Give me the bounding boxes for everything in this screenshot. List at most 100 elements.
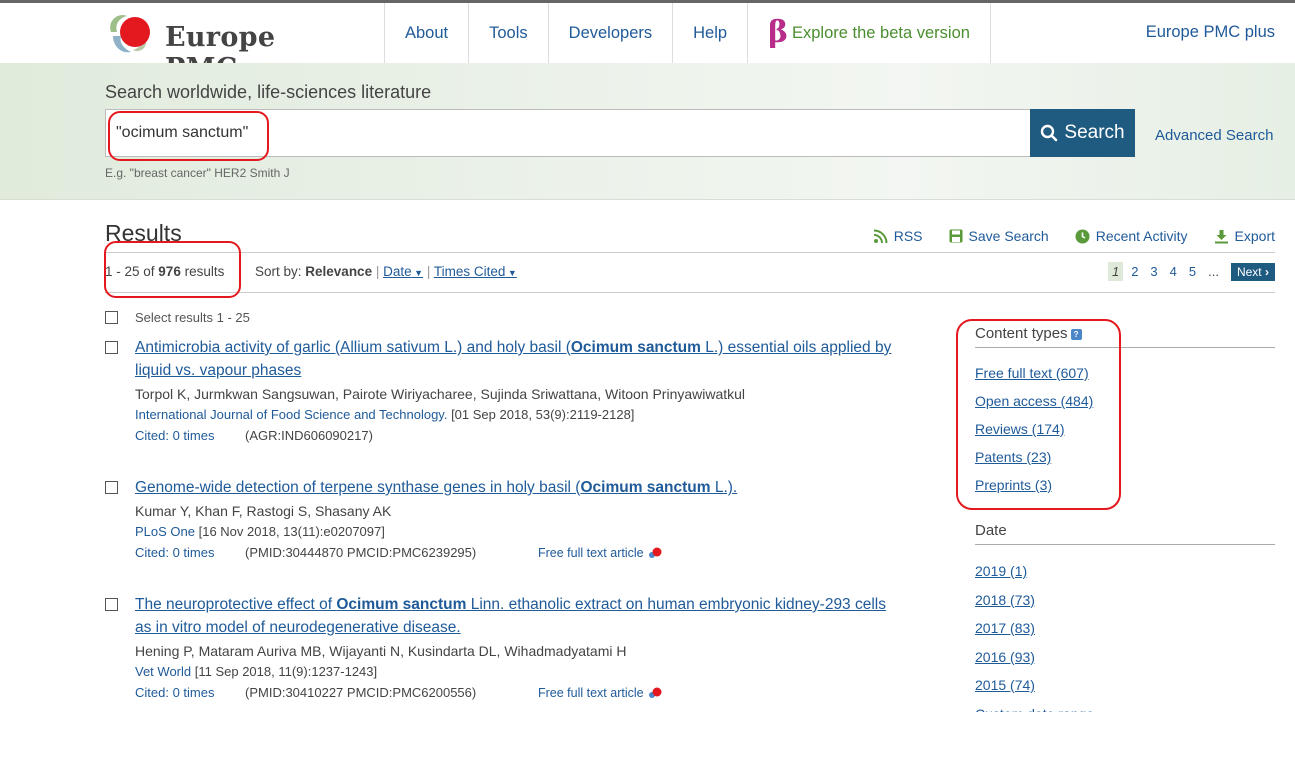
content-types-heading: Content types? [975,325,1275,348]
date-heading: Date [975,522,1275,545]
page-2[interactable]: 2 [1127,262,1142,281]
title-highlight: Ocimum sanctum [580,479,711,496]
nav-developers[interactable]: Developers [547,3,672,63]
filter-free-full-text[interactable]: Free full text (607) [975,365,1275,393]
page-1: 1 [1107,262,1124,281]
select-all-label: Select results 1 - 25 [135,310,250,325]
filter-open-access[interactable]: Open access (484) [975,393,1275,421]
page-ellipsis: ... [1208,264,1219,279]
results-total: 976 [158,264,181,279]
search-heading: Search worldwide, life-sciences literatu… [105,82,432,102]
result-authors: Hening P, Mataram Auriva MB, Wijayanti N… [135,643,627,659]
site-header: Europe PMC About Tools Developers Help β… [0,3,1295,84]
nav-beta[interactable]: β Explore the beta version [747,3,991,63]
export-link[interactable]: Export [1214,228,1275,244]
title-text: Antimicrobia activity of garlic (Allium … [135,339,571,356]
result-ids: (AGR:IND606090217) [245,428,373,443]
filter-year[interactable]: 2016 (93) [975,649,1275,678]
europe-pmc-plus-link[interactable]: Europe PMC plus [1146,23,1275,42]
date-list: 2019 (1) 2018 (73) 2017 (83) 2016 (93) 2… [975,563,1275,706]
free-full-text-link[interactable]: Free full text article [538,685,662,701]
title-text: L.). [710,479,738,496]
result-journal: PLoS One [16 Nov 2018, 13(11):e0207097] [135,524,905,539]
nav-help[interactable]: Help [672,3,747,63]
result-title-link[interactable]: Antimicrobia activity of garlic (Allium … [135,339,891,379]
result-checkbox[interactable] [105,481,118,494]
content-types-filter: Content types? Free full text (607) Open… [975,325,1275,505]
result-journal: Vet World [11 Sep 2018, 11(9):1237-1243] [135,664,905,679]
caret-down-icon: ▼ [411,268,424,278]
epmc-mini-logo-icon [648,687,662,698]
download-icon [1214,229,1228,243]
filter-year[interactable]: 2019 (1) [975,563,1275,592]
nav-tools[interactable]: Tools [468,3,548,63]
result-ids: (PMID:30410227 PMCID:PMC6200556) [245,685,477,700]
divider [105,292,1275,293]
title-highlight: Ocimum sanctum [570,339,701,356]
sort-cited-label: Times Cited [433,264,506,279]
next-page-button[interactable]: Next › [1230,262,1275,281]
save-search-label: Save Search [968,228,1049,244]
divider [105,252,1275,253]
cited-count[interactable]: Cited: 0 times [135,428,245,444]
beta-icon: β [768,15,788,50]
rss-link[interactable]: RSS [873,228,923,244]
main-nav: About Tools Developers Help β Explore th… [384,3,991,63]
free-full-text-label: Free full text article [538,546,644,560]
filter-year[interactable]: 2017 (83) [975,620,1275,649]
results-count: 1 - 25 of 976 results [105,264,224,279]
citation: [16 Nov 2018, 13(11):e0207097] [195,524,385,539]
recent-activity-link[interactable]: Recent Activity [1075,228,1188,244]
save-icon [949,229,963,243]
result-authors: Torpol K, Jurmkwan Sangsuwan, Pairote Wi… [135,386,746,402]
result-checkbox[interactable] [105,598,118,611]
sort-label: Sort by: [255,264,306,279]
rss-icon [873,229,888,243]
clock-icon [1075,229,1090,243]
title-highlight: Ocimum sanctum [336,596,467,613]
result-item: The neuroprotective effect of Ocimum san… [135,593,905,701]
advanced-search-link[interactable]: Advanced Search [1155,127,1273,144]
filter-patents[interactable]: Patents (23) [975,449,1275,477]
search-input[interactable] [105,109,1031,157]
page-3[interactable]: 3 [1146,262,1161,281]
free-full-text-link[interactable]: Free full text article [538,545,662,561]
next-label: Next [1236,264,1262,279]
export-label: Export [1234,228,1275,244]
epmc-mini-logo-icon [648,547,662,558]
result-authors: Kumar Y, Khan F, Rastogi S, Shasany AK [135,503,392,519]
filter-reviews[interactable]: Reviews (174) [975,421,1275,449]
select-all-checkbox[interactable] [105,311,118,324]
result-meta: Cited: 0 times (PMID:30410227 PMCID:PMC6… [135,685,905,701]
europe-pmc-logo-icon [110,14,150,53]
filter-year[interactable]: 2018 (73) [975,592,1275,621]
result-title-link[interactable]: Genome-wide detection of terpene synthas… [135,479,737,496]
cited-count[interactable]: Cited: 0 times [135,685,245,701]
nav-about[interactable]: About [384,3,468,63]
help-icon[interactable]: ? [1070,328,1082,340]
result-checkbox[interactable] [105,341,118,354]
caret-down-icon: ▼ [505,268,517,278]
date-filter: Date 2019 (1) 2018 (73) 2017 (83) 2016 (… [975,522,1275,706]
result-title-link[interactable]: The neuroprotective effect of Ocimum san… [135,596,886,636]
title-text: Genome-wide detection of terpene synthas… [135,479,581,496]
sort-date-label: Date [383,264,412,279]
journal-name: Vet World [135,664,192,679]
beta-label: Explore the beta version [791,23,970,42]
page-4[interactable]: 4 [1166,262,1181,281]
sort-current: Relevance [305,264,373,279]
filter-year[interactable]: 2015 (74) [975,677,1275,706]
sort-times-cited[interactable]: Times Cited ▼ [434,264,517,279]
cited-count[interactable]: Cited: 0 times [135,545,245,561]
search-icon [1041,124,1058,142]
save-search-link[interactable]: Save Search [949,228,1049,244]
page-5[interactable]: 5 [1185,262,1200,281]
results-toolbar: RSS Save Search Recent Activity Export [873,228,1275,244]
sort-date[interactable]: Date ▼ [383,264,423,279]
chevron-right-icon: › [1261,264,1269,279]
europe-pmc-logo[interactable]: Europe PMC [105,10,355,84]
journal-name: International Journal of Food Science an… [135,407,448,422]
filter-preprints[interactable]: Preprints (3) [975,477,1275,505]
recent-activity-label: Recent Activity [1095,228,1188,244]
search-button[interactable]: Search [1030,109,1135,157]
